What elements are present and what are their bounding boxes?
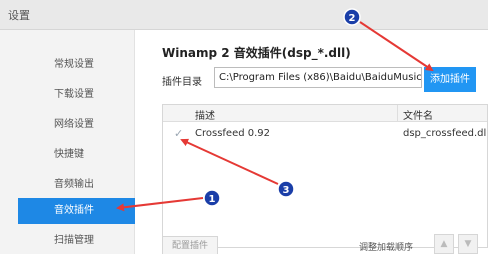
sidebar-item-audio-output[interactable]: 音频输出 <box>18 172 135 198</box>
window-title: 设置 <box>8 9 30 22</box>
configure-plugin-button[interactable]: 配置插件 <box>162 236 218 254</box>
settings-sidebar: 常规设置 下载设置 网络设置 快捷键 音频输出 音效插件 扫描管理 <box>0 30 135 254</box>
column-header-filename[interactable]: 文件名 <box>403 107 433 122</box>
arrow-down-icon: ▼ <box>464 239 472 249</box>
load-order-label: 调整加载顺序 <box>359 243 414 253</box>
move-down-button[interactable]: ▼ <box>458 234 478 254</box>
plugin-dir-field[interactable]: C:\Program Files (x86)\Baidu\BaiduMusic <box>214 67 422 88</box>
column-header-description[interactable]: 描述 <box>195 107 215 122</box>
plugin-filename: dsp_crossfeed.dll <box>403 128 488 139</box>
sidebar-item-download[interactable]: 下载设置 <box>18 82 135 108</box>
sidebar-item-effect-plugins[interactable]: 音效插件 <box>18 198 135 224</box>
plugin-settings-panel: Winamp 2 音效插件(dsp_*.dll) 插件目录 C:\Program… <box>136 30 488 254</box>
plugin-table: 描述 文件名 ✓ Crossfeed 0.92 dsp_crossfeed.dl… <box>162 104 488 248</box>
title-bar: 设置 <box>0 0 488 30</box>
plugin-description: Crossfeed 0.92 <box>195 128 271 139</box>
move-up-button[interactable]: ▲ <box>434 234 454 254</box>
sidebar-item-hotkeys[interactable]: 快捷键 <box>18 142 135 168</box>
table-row[interactable]: ✓ Crossfeed 0.92 dsp_crossfeed.dll <box>163 125 488 143</box>
sidebar-item-network[interactable]: 网络设置 <box>18 112 135 138</box>
add-plugin-button[interactable]: 添加插件 <box>424 67 476 92</box>
checkmark-icon[interactable]: ✓ <box>174 127 183 140</box>
sidebar-item-scan-management[interactable]: 扫描管理 <box>18 228 135 254</box>
sidebar-item-general[interactable]: 常规设置 <box>18 52 135 78</box>
plugin-dir-label: 插件目录 <box>162 77 202 88</box>
column-divider <box>397 105 398 122</box>
arrow-up-icon: ▲ <box>440 239 448 249</box>
table-header: 描述 文件名 <box>163 105 487 122</box>
page-title: Winamp 2 音效插件(dsp_*.dll) <box>162 46 351 60</box>
